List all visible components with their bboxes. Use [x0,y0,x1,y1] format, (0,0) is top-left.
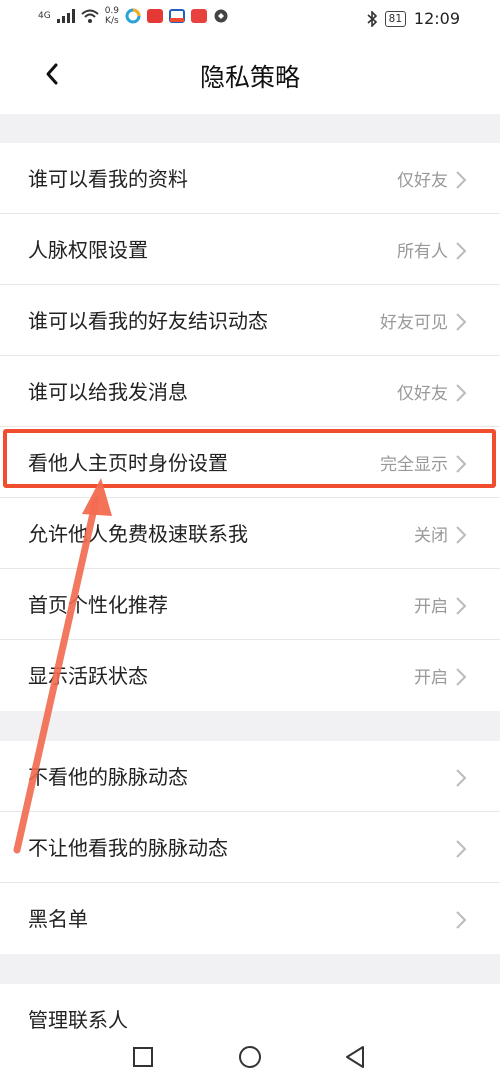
chevron-right-icon [456,526,467,544]
setting-row-network-permission[interactable]: 人脉权限设置 所有人 [0,214,500,285]
chevron-right-icon [456,242,467,260]
setting-row-personalized-recommendation[interactable]: 首页个性化推荐 开启 [0,569,500,640]
setting-label: 不让他看我的脉脉动态 [28,836,228,860]
app-notification-icon [214,9,228,23]
setting-label: 人脉权限设置 [28,238,148,262]
setting-label: 显示活跃状态 [28,664,148,688]
setting-row-hide-their-feed[interactable]: 不看他的脉脉动态 [0,741,500,812]
setting-value: 所有人 [397,242,448,262]
chevron-right-icon [456,597,467,615]
chevron-right-icon [456,171,467,189]
status-right: 81 12:09 [367,9,460,28]
setting-label: 谁可以看我的资料 [28,167,188,191]
home-button[interactable] [235,1042,265,1072]
setting-label: 首页个性化推荐 [28,593,168,617]
status-left: 4G 0.9 K/s [38,6,229,26]
setting-label: 允许他人免费极速联系我 [28,522,248,546]
battery-level: 81 [384,10,406,27]
signal-icon [56,9,75,23]
setting-value: 开启 [414,668,448,688]
setting-value: 好友可见 [380,313,448,333]
chevron-right-icon [456,911,467,929]
speed-value: 0.9 [104,6,120,16]
chevron-right-icon [456,769,467,787]
setting-row-friend-activity[interactable]: 谁可以看我的好友结识动态 好友可见 [0,285,500,356]
page-title: 隐私策略 [199,63,300,92]
back-button[interactable] [341,1042,371,1072]
setting-label: 黑名单 [28,907,88,931]
status-bar: 4G 0.9 K/s 81 12:09 [0,0,500,36]
recent-apps-button[interactable] [128,1042,158,1072]
highlight-box [3,429,496,488]
app-notification-icon [191,9,208,23]
setting-label: 管理联系人 [28,1008,128,1032]
setting-value: 仅好友 [397,171,448,191]
network-speed: 0.9 K/s [105,6,119,26]
chevron-right-icon [456,840,467,858]
chevron-right-icon [456,668,467,686]
setting-value: 关闭 [414,526,448,546]
setting-value: 仅好友 [397,384,448,404]
app-notification-icon [147,9,164,23]
system-navigation-bar [0,1030,500,1084]
setting-label: 谁可以看我的好友结识动态 [28,309,268,333]
chevron-right-icon [456,313,467,331]
privacy-settings-group: 谁可以看我的资料 仅好友 人脉权限设置 所有人 谁可以看我的好友结识动态 好友可… [0,143,500,711]
setting-row-message-permission[interactable]: 谁可以给我发消息 仅好友 [0,356,500,427]
setting-label: 不看他的脉脉动态 [28,765,188,789]
setting-value: 开启 [414,597,448,617]
setting-row-active-status[interactable]: 显示活跃状态 开启 [0,640,500,711]
network-type: 4G [38,10,51,21]
clock: 12:09 [413,9,460,28]
feed-settings-group: 不看他的脉脉动态 不让他看我的脉脉动态 黑名单 [0,741,500,954]
speed-unit: K/s [105,16,119,26]
app-notification-icon [125,8,141,24]
setting-row-profile-visibility[interactable]: 谁可以看我的资料 仅好友 [0,143,500,214]
app-notification-icon [169,9,186,23]
wifi-icon [81,9,99,23]
chevron-right-icon [456,384,467,402]
setting-row-blacklist[interactable]: 黑名单 [0,883,500,954]
bluetooth-icon [367,10,377,27]
setting-row-free-contact[interactable]: 允许他人免费极速联系我 关闭 [0,498,500,569]
setting-label: 谁可以给我发消息 [28,380,188,404]
setting-row-hide-my-feed[interactable]: 不让他看我的脉脉动态 [0,812,500,883]
navigation-bar: 隐私策略 [0,36,500,114]
